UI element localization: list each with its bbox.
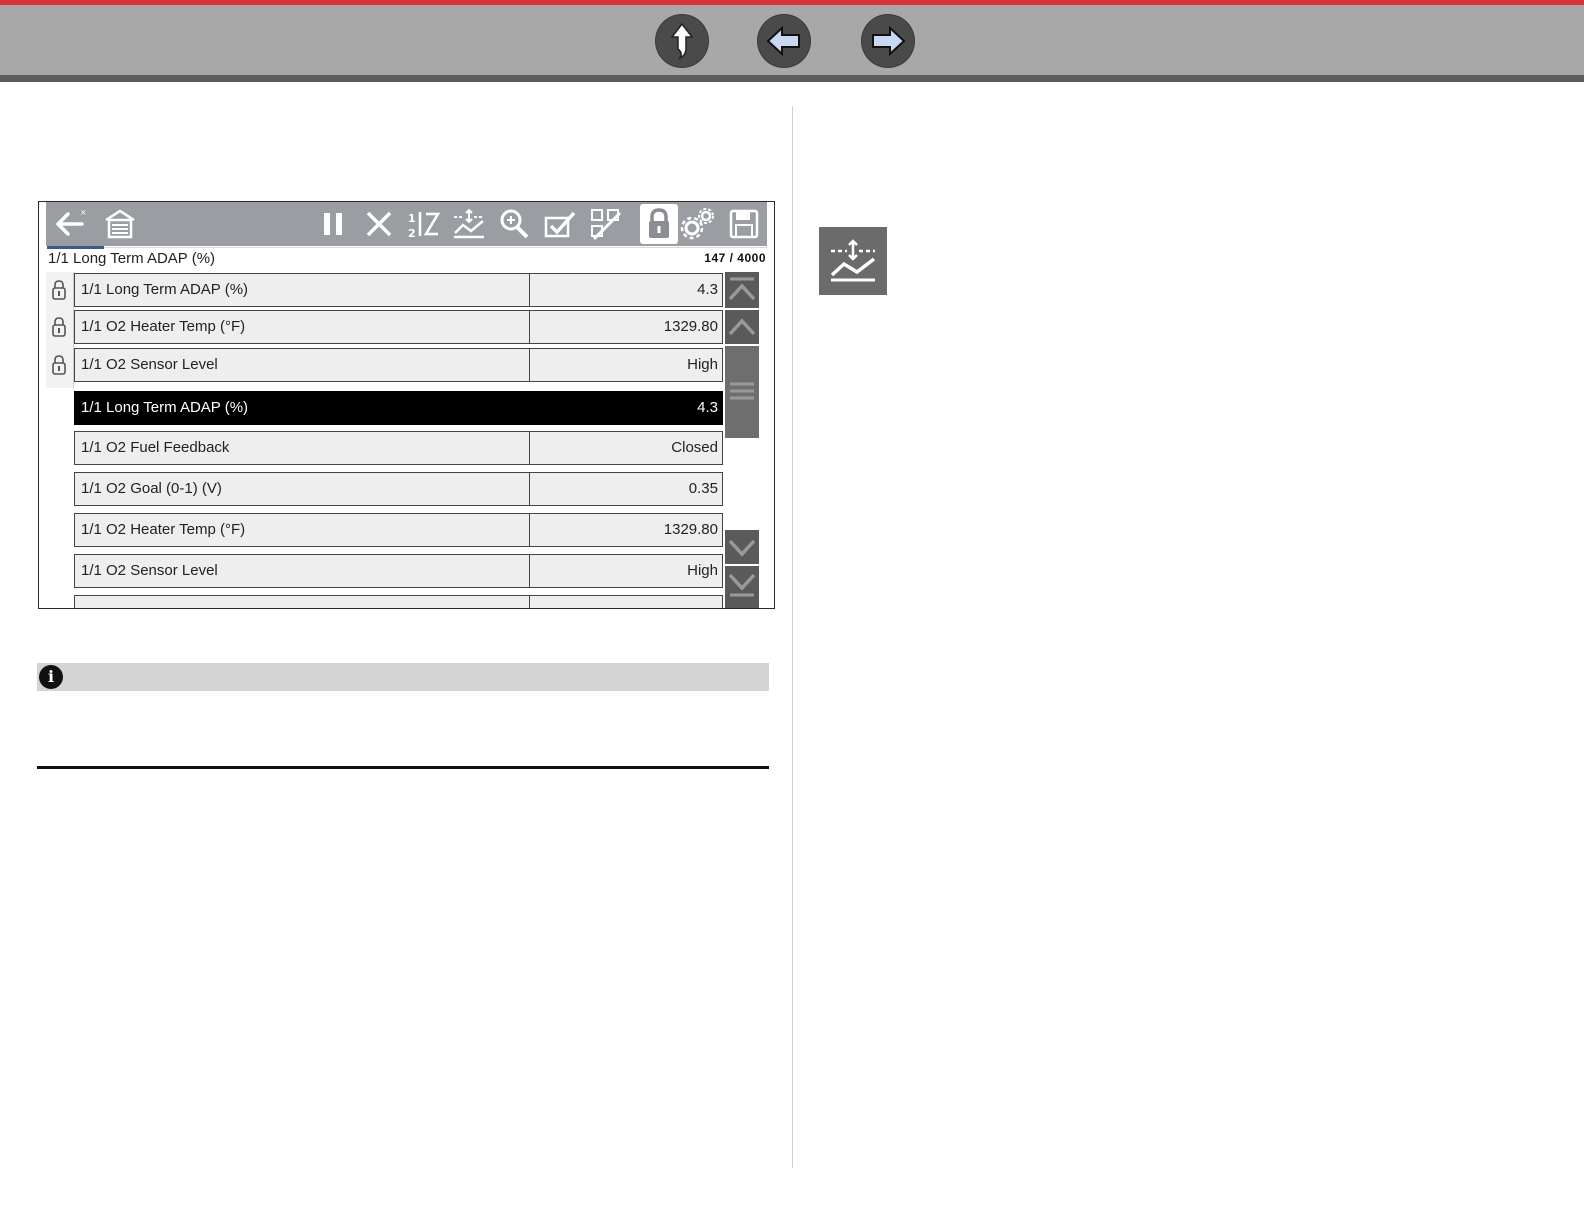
- scrollbar[interactable]: [725, 272, 759, 608]
- pid-value: 1329.80: [529, 310, 723, 344]
- grip-icon: [730, 382, 754, 400]
- pid-value: 0.35: [529, 472, 723, 506]
- pid-label: 1/1 O2 Sensor Level: [74, 348, 535, 382]
- pid-value: 4.3: [529, 273, 723, 307]
- graph-scale-icon: [819, 227, 887, 295]
- close-icon[interactable]: [361, 206, 397, 242]
- device-screenshot: × 12 1/1 Long Term ADAP (%) 147 / 4000 1…: [38, 201, 775, 609]
- back-icon[interactable]: ×: [52, 206, 88, 242]
- pid-label: 1/1 Long Term ADAP (%): [74, 273, 535, 307]
- pid-title-bar: 1/1 Long Term ADAP (%) 147 / 4000: [39, 250, 774, 272]
- toolbar-separator: [104, 247, 767, 248]
- settings-icon[interactable]: [679, 206, 715, 242]
- lock-icon: [51, 316, 67, 338]
- pid-value: [529, 595, 723, 608]
- svg-text:2: 2: [408, 227, 416, 240]
- chevron-down-icon: [728, 539, 756, 557]
- zoom-icon[interactable]: [496, 206, 532, 242]
- svg-text:×: ×: [80, 208, 87, 217]
- pid-label: [74, 595, 535, 608]
- select-icon[interactable]: [542, 206, 578, 242]
- lock-icon: [51, 354, 67, 376]
- toolbar-active-indicator: [47, 246, 104, 249]
- pid-title: 1/1 Long Term ADAP (%): [48, 250, 216, 267]
- section-rule: [37, 766, 769, 769]
- pid-label: 1/1 O2 Heater Temp (°F): [74, 310, 535, 344]
- chevron-up-icon: [728, 318, 756, 336]
- navbar-bottom-stripe: [0, 75, 1584, 82]
- up-arrow-icon: [670, 22, 694, 60]
- pid-label: 1/1 Long Term ADAP (%): [74, 391, 535, 425]
- scroll-up-button[interactable]: [725, 310, 759, 344]
- scroll-down-button[interactable]: [725, 530, 759, 564]
- graph-scale-icon[interactable]: [451, 206, 487, 242]
- scroll-bottom-button[interactable]: [725, 566, 759, 608]
- sort-icon[interactable]: 12: [406, 206, 442, 242]
- back-arrow-icon: [766, 25, 800, 57]
- scroll-thumb[interactable]: [725, 346, 759, 438]
- scroll-top-button[interactable]: [725, 272, 759, 308]
- back-button[interactable]: [758, 15, 810, 67]
- info-icon: i: [39, 665, 63, 689]
- up-button[interactable]: [656, 15, 708, 67]
- home-icon[interactable]: [102, 206, 138, 242]
- pid-count: 147 / 4000: [704, 251, 766, 265]
- pid-value: Closed: [529, 431, 723, 465]
- forward-button[interactable]: [862, 15, 914, 67]
- double-chevron-down-icon: [728, 573, 756, 597]
- svg-text:1: 1: [408, 212, 416, 225]
- pid-label: 1/1 O2 Sensor Level: [74, 554, 535, 588]
- double-chevron-up-icon: [728, 277, 756, 301]
- top-navigation-bar: [0, 0, 1584, 82]
- pid-label: 1/1 O2 Fuel Feedback: [74, 431, 535, 465]
- pause-icon[interactable]: [315, 206, 351, 242]
- column-divider: [792, 106, 793, 1168]
- pid-label: 1/1 O2 Heater Temp (°F): [74, 513, 535, 547]
- lock-icon: [51, 279, 67, 301]
- info-note-bar: i: [37, 663, 769, 691]
- pid-value: 4.3: [529, 391, 723, 425]
- device-toolbar: × 12: [46, 202, 767, 246]
- pid-value: 1329.80: [529, 513, 723, 547]
- pid-value: High: [529, 554, 723, 588]
- lock-button[interactable]: [640, 204, 678, 244]
- pid-label: 1/1 O2 Goal (0-1) (V): [74, 472, 535, 506]
- save-icon[interactable]: [726, 206, 762, 242]
- lock-icon: [649, 208, 669, 238]
- pid-value: High: [529, 348, 723, 382]
- preview-icon[interactable]: [588, 206, 624, 242]
- forward-arrow-icon: [872, 25, 906, 57]
